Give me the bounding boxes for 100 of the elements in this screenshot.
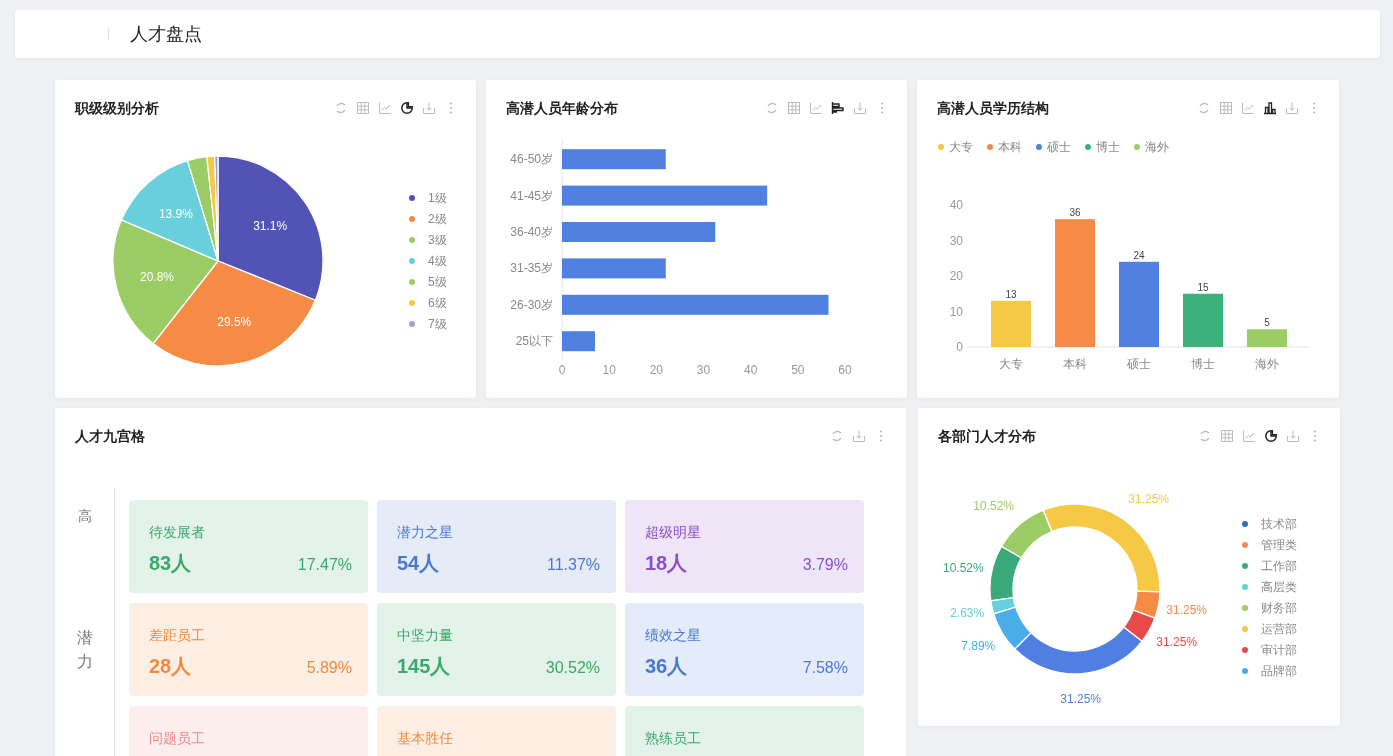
legend-item[interactable]: 品牌部 [1242,664,1297,678]
download-icon[interactable] [1286,429,1300,443]
axis-tick-label: 20 [649,363,663,377]
legend-item[interactable]: 审计部 [1242,643,1297,657]
refresh-icon[interactable] [765,101,779,115]
axis-category-label: 大专 [999,357,1023,371]
pie-chart-icon[interactable] [400,101,414,115]
cell-percentage: 30.52% [545,658,600,678]
grid-cell[interactable]: 熟练员工 [625,706,864,756]
legend-item[interactable]: 3级 [409,233,447,247]
legend-label: 硕士 [1046,140,1071,154]
legend-item[interactable]: 7级 [409,317,447,331]
line-chart-icon[interactable] [809,101,823,115]
download-icon[interactable] [853,101,867,115]
table-icon[interactable] [1220,429,1234,443]
slice-label: 31.25% [1060,691,1102,706]
grid-cell[interactable]: 问题员工 [129,706,368,756]
cell-count: 83人 [149,551,192,576]
legend-item[interactable]: 高层类 [1242,580,1297,594]
line-chart-icon[interactable] [1241,101,1255,115]
slice-label: 13.9% [158,207,193,222]
grid-cell[interactable]: 中坚力量 145人 30.52% [377,603,616,696]
refresh-icon[interactable] [1197,101,1211,115]
axis-tick-label: 10 [949,304,963,319]
table-icon[interactable] [787,101,801,115]
download-icon[interactable] [422,101,436,115]
axis-category-label: 46-50岁 [510,152,553,167]
legend-item[interactable]: 1级 [409,191,447,205]
legend-item[interactable]: 博士 [1085,140,1120,154]
bar-value-label: 5 [1264,317,1270,329]
legend-label: 海外 [1145,140,1169,154]
refresh-icon[interactable] [1198,429,1212,443]
bar [991,300,1031,347]
refresh-icon[interactable] [830,429,844,443]
refresh-icon[interactable] [334,101,348,115]
legend-label: 1级 [428,191,447,205]
axis-label: 潜力 [76,627,93,672]
download-icon[interactable] [1285,101,1299,115]
cell-percentage: 7.58% [802,658,848,678]
cell-percentage: 11.37% [546,555,600,575]
legend-item[interactable]: 运营部 [1242,622,1297,636]
line-chart-icon[interactable] [1242,429,1256,443]
legend-item[interactable]: 5级 [409,275,447,289]
legend-item[interactable]: 财务部 [1242,601,1297,615]
grid-cell[interactable]: 待发展者 83人 17.47% [129,500,368,593]
cell-title: 超级明星 [645,523,702,542]
grid-cell[interactable]: 潜力之星 54人 11.37% [377,500,616,593]
legend-item[interactable]: 大专 [938,140,973,154]
axis-tick-label: 10 [602,363,616,377]
legend-item[interactable]: 海外 [1134,140,1169,154]
panel-title: 高潜人员年龄分布 [506,99,618,118]
slice-label: 2.63% [950,605,985,620]
axis-category-label: 41-45岁 [510,188,553,203]
legend-item[interactable]: 硕士 [1036,140,1071,154]
cell-title: 问题员工 [149,729,206,748]
cell-count: 145人 [397,654,451,679]
slice-label: 7.89% [961,638,996,653]
legend-label: 博士 [1096,140,1120,154]
legend-item[interactable]: 本科 [987,140,1022,154]
table-icon[interactable] [1219,101,1233,115]
legend-item[interactable]: 6级 [409,296,447,310]
cell-title: 熟练员工 [645,729,702,748]
axis-tick-label: 50 [791,363,805,377]
axis-tick-label: 0 [956,340,963,354]
cell-count: 36人 [645,654,688,679]
legend-item[interactable]: 4级 [409,254,447,268]
cell-percentage: 3.79% [802,555,848,575]
axis-tick-label: 40 [949,198,963,212]
pie-chart-icon[interactable] [1264,429,1278,443]
slice-label: 31.25% [1156,635,1198,650]
legend-label: 5级 [428,275,447,289]
cell-title: 基本胜任 [397,729,454,748]
bar-chart-icon[interactable] [831,101,845,115]
cell-title: 差距员工 [149,626,206,645]
grid-cell[interactable]: 超级明星 18人 3.79% [625,500,864,593]
grid-cell[interactable]: 差距员工 28人 5.89% [129,603,368,696]
panel-title: 职级级别分析 [75,99,159,118]
page-title: 人才盘点 [130,22,202,46]
legend-label: 本科 [998,140,1022,154]
slice-label: 10.52% [943,561,984,575]
axis-tick-label: 0 [558,363,566,377]
bar-value-label: 24 [1133,249,1145,261]
grid-cell[interactable]: 基本胜任 [377,706,616,756]
axis-tick-label: 60 [838,363,852,377]
legend-item[interactable]: 管理类 [1242,538,1297,552]
table-icon[interactable] [356,101,370,115]
axis-category-label: 26-30岁 [510,297,553,312]
grid-cell[interactable]: 绩效之星 36人 7.58% [625,603,864,696]
download-icon[interactable] [852,429,866,443]
legend-item[interactable]: 工作部 [1242,559,1297,573]
legend-label: 4级 [428,254,447,268]
line-chart-icon[interactable] [378,101,392,115]
cell-title: 潜力之星 [397,523,454,542]
legend-item[interactable]: 技术部 [1242,517,1297,531]
axis-category-label: 硕士 [1127,357,1151,371]
cell-title: 待发展者 [149,523,206,542]
legend-label: 7级 [428,317,447,331]
bar-chart-icon[interactable] [1263,101,1277,115]
legend-item[interactable]: 2级 [409,212,447,226]
panel-title: 高潜人员学历结构 [937,99,1049,118]
